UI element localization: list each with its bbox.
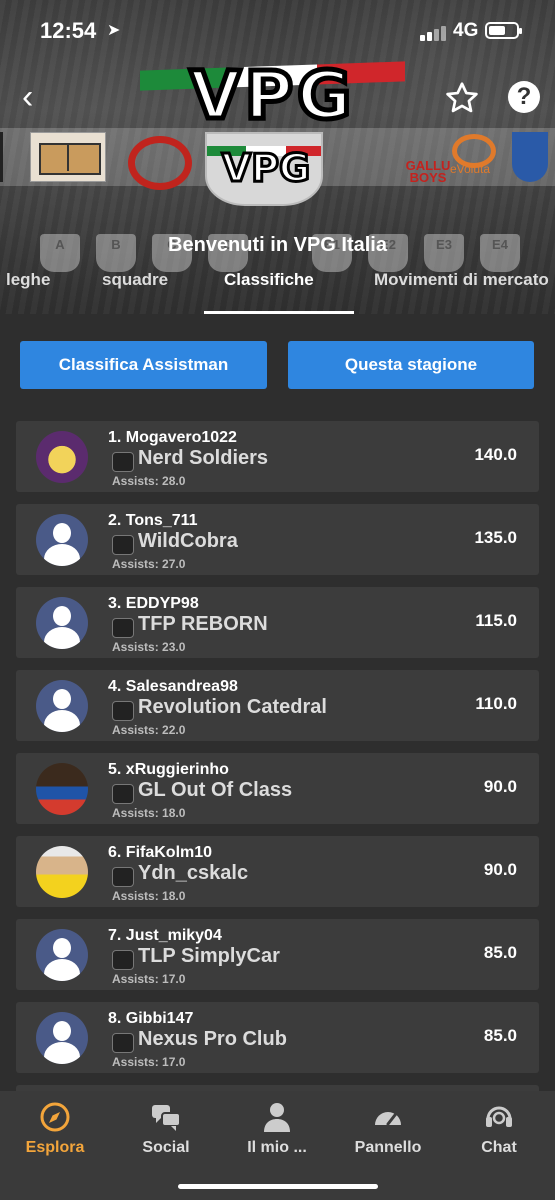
tab-classifiche[interactable]: Classifiche (224, 270, 314, 290)
location-arrow-icon: ➤ (107, 22, 121, 39)
tab-movimenti-di-mercato[interactable]: Movimenti di mercato (374, 270, 549, 290)
points-value: 135.0 (474, 528, 517, 547)
list-item[interactable]: 8. Gibbi147 Nexus Pro Club Assists: 17.0… (16, 1002, 539, 1073)
player-name: 5. xRuggierinho (108, 761, 229, 778)
team-name: Ydn_cskalc (138, 862, 249, 884)
points-value: 85.0 (483, 943, 517, 962)
list-item[interactable]: 5. xRuggierinho GL Out Of Class Assists:… (16, 753, 539, 824)
list-item[interactable]: 4. Salesandrea98 Revolution Catedral Ass… (16, 670, 539, 741)
badge-text: VPG (220, 145, 311, 192)
points-value: 90.0 (483, 777, 517, 796)
points-value: 110.0 (475, 694, 517, 713)
assists-value: Assists: 18.0 (112, 806, 186, 820)
player-name: 4. Salesandrea98 (108, 678, 238, 695)
avatar (36, 929, 88, 981)
sponsor-ring-logo (122, 132, 192, 190)
team-name: WildCobra (138, 530, 238, 552)
assists-value: Assists: 18.0 (112, 889, 186, 903)
chat-bubbles-icon (152, 1105, 181, 1131)
points-value: 140.0 (474, 445, 517, 464)
header-hero: 12:54 ➤ 4G ‹ ? VPG GALLU BOYS eVoluta VP… (0, 0, 555, 314)
welcome-title: Benvenuti in VPG Italia (168, 234, 387, 256)
avatar (36, 597, 88, 649)
sponsor-logo (0, 132, 12, 182)
sponsor-court-logo (30, 132, 106, 182)
assists-value: Assists: 22.0 (112, 723, 186, 737)
nav-label: Social (142, 1139, 190, 1156)
gauge-icon (375, 1112, 401, 1126)
avatar (36, 431, 88, 483)
tab-squadre[interactable]: squadre (102, 270, 168, 290)
player-name: 2. Tons_711 (108, 512, 198, 529)
assists-value: Assists: 23.0 (112, 640, 186, 654)
help-icon[interactable]: ? (508, 81, 540, 113)
team-logo-icon (112, 452, 134, 472)
nav-label: Chat (481, 1139, 517, 1156)
avatar (36, 763, 88, 815)
player-name: 7. Just_miky04 (108, 927, 222, 944)
list-item[interactable]: 6. FifaKolm10 Ydn_cskalc Assists: 18.0 9… (16, 836, 539, 907)
person-icon (264, 1103, 290, 1132)
classifica-assistman-button[interactable]: Classifica Assistman (20, 341, 267, 389)
points-value: 115.0 (475, 611, 517, 630)
assists-value: Assists: 17.0 (112, 972, 186, 986)
list-item[interactable]: 3. EDDYP98 TFP REBORN Assists: 23.0 115.… (16, 587, 539, 658)
assists-value: Assists: 28.0 (112, 474, 186, 488)
home-indicator (178, 1184, 378, 1189)
team-logo-icon (112, 867, 134, 887)
team-logo-icon (112, 1033, 134, 1053)
headset-icon (486, 1106, 512, 1127)
leaderboard-list: 1. Mogavero1022 Nerd Soldiers Assists: 2… (16, 421, 539, 1091)
tab-bar: leghe squadre Classifiche Movimenti di m… (0, 268, 555, 314)
avatar (36, 680, 88, 732)
list-item[interactable]: 2. Tons_711 WildCobra Assists: 27.0 135.… (16, 504, 539, 575)
team-name: Revolution Catedral (138, 696, 327, 718)
star-icon[interactable] (444, 80, 480, 116)
team-name: Nexus Pro Club (138, 1028, 287, 1050)
network-type: 4G (453, 20, 479, 41)
nav-label: Il mio ... (247, 1139, 307, 1156)
sponsor-evoluta-logo: eVoluta (442, 132, 498, 182)
back-icon[interactable]: ‹ (22, 80, 56, 114)
vpg-badge: VPG (205, 132, 323, 206)
team-logo-icon (112, 535, 134, 555)
player-name: 3. EDDYP98 (108, 595, 199, 612)
list-item[interactable]: 1. Mogavero1022 Nerd Soldiers Assists: 2… (16, 421, 539, 492)
team-logo-icon (112, 701, 134, 721)
avatar (36, 1012, 88, 1064)
nav-label: Pannello (354, 1139, 422, 1156)
tab-leghe[interactable]: leghe (6, 270, 50, 290)
active-tab-indicator (204, 311, 354, 314)
nav-label: Esplora (25, 1139, 85, 1156)
status-time: 12:54 (40, 18, 97, 43)
points-value: 90.0 (483, 860, 517, 879)
status-bar: 12:54 ➤ 4G (0, 18, 555, 48)
battery-icon (485, 22, 522, 39)
team-logo-icon (112, 784, 134, 804)
player-name: 6. FifaKolm10 (108, 844, 213, 861)
sponsor-shield-logo (512, 132, 548, 182)
avatar (36, 846, 88, 898)
avatar (36, 514, 88, 566)
team-name: TFP REBORN (138, 613, 268, 635)
team-name: GL Out Of Class (138, 779, 293, 801)
player-name: 8. Gibbi147 (108, 1010, 194, 1027)
compass-icon (40, 1102, 70, 1132)
team-logo-icon (112, 950, 134, 970)
list-item[interactable]: 7. Just_miky04 TLP SimplyCar Assists: 17… (16, 919, 539, 990)
season-filter-button[interactable]: Questa stagione (288, 341, 534, 389)
team-name: Nerd Soldiers (138, 447, 269, 469)
vpg-logo: VPG (140, 55, 405, 136)
logo-text: VPG (187, 55, 356, 136)
assists-value: Assists: 17.0 (112, 1055, 186, 1069)
player-name: 1. Mogavero1022 (108, 429, 237, 446)
assists-value: Assists: 27.0 (112, 557, 186, 571)
team-logo-icon (112, 618, 134, 638)
signal-icon (420, 25, 448, 41)
points-value: 85.0 (483, 1026, 517, 1045)
team-name: TLP SimplyCar (138, 945, 280, 967)
